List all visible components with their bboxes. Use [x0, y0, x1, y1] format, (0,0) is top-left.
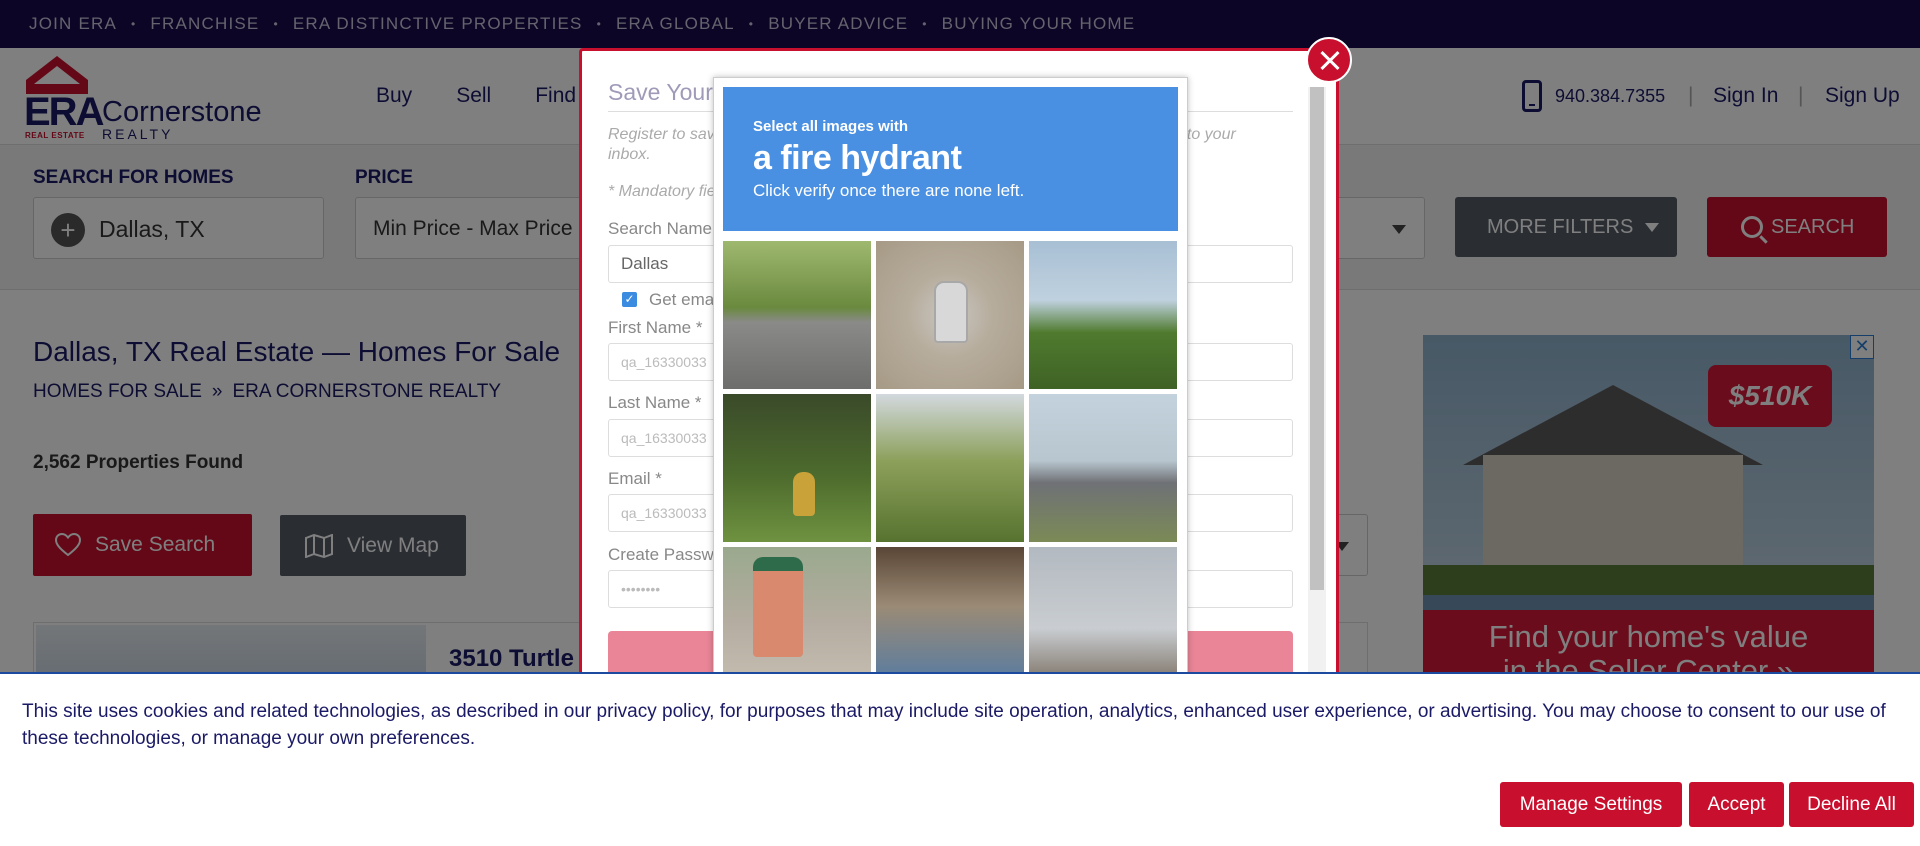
modal-description-line2: inbox.: [608, 146, 651, 163]
captcha-target: a fire hydrant: [753, 139, 962, 177]
hydrant-image-icon: [934, 281, 968, 343]
captcha-tile[interactable]: [876, 394, 1024, 542]
captcha-tile[interactable]: [723, 241, 871, 389]
get-emails-checkbox[interactable]: ✓: [622, 292, 637, 307]
accept-button[interactable]: Accept: [1689, 782, 1784, 827]
hydrant-image-icon: [753, 557, 803, 657]
captcha-tile[interactable]: [1029, 241, 1177, 389]
last-name-label: Last Name *: [608, 393, 702, 412]
captcha-challenge: Select all images with a fire hydrant Cl…: [713, 77, 1188, 695]
modal-description-left: Register to save: [608, 126, 724, 143]
email-label: Email *: [608, 469, 662, 488]
scrollbar-thumb[interactable]: [1310, 87, 1324, 590]
cookie-text: This site uses cookies and related techn…: [22, 701, 1886, 749]
captcha-instruction: Select all images with: [753, 118, 909, 135]
modal-scrollbar[interactable]: [1308, 87, 1326, 685]
search-name-label: Search Name: [608, 219, 712, 238]
captcha-tile[interactable]: [723, 394, 871, 542]
first-name-label: First Name *: [608, 318, 703, 337]
hydrant-image-icon: [793, 472, 815, 516]
manage-settings-button[interactable]: Manage Settings: [1500, 782, 1682, 827]
captcha-tile[interactable]: [876, 241, 1024, 389]
captcha-hint: Click verify once there are none left.: [753, 181, 1025, 200]
cookie-banner: This site uses cookies and related techn…: [0, 672, 1920, 846]
captcha-header: Select all images with a fire hydrant Cl…: [723, 87, 1178, 231]
decline-all-button[interactable]: Decline All: [1789, 782, 1914, 827]
close-icon[interactable]: [1306, 37, 1352, 83]
captcha-tile[interactable]: [1029, 394, 1177, 542]
